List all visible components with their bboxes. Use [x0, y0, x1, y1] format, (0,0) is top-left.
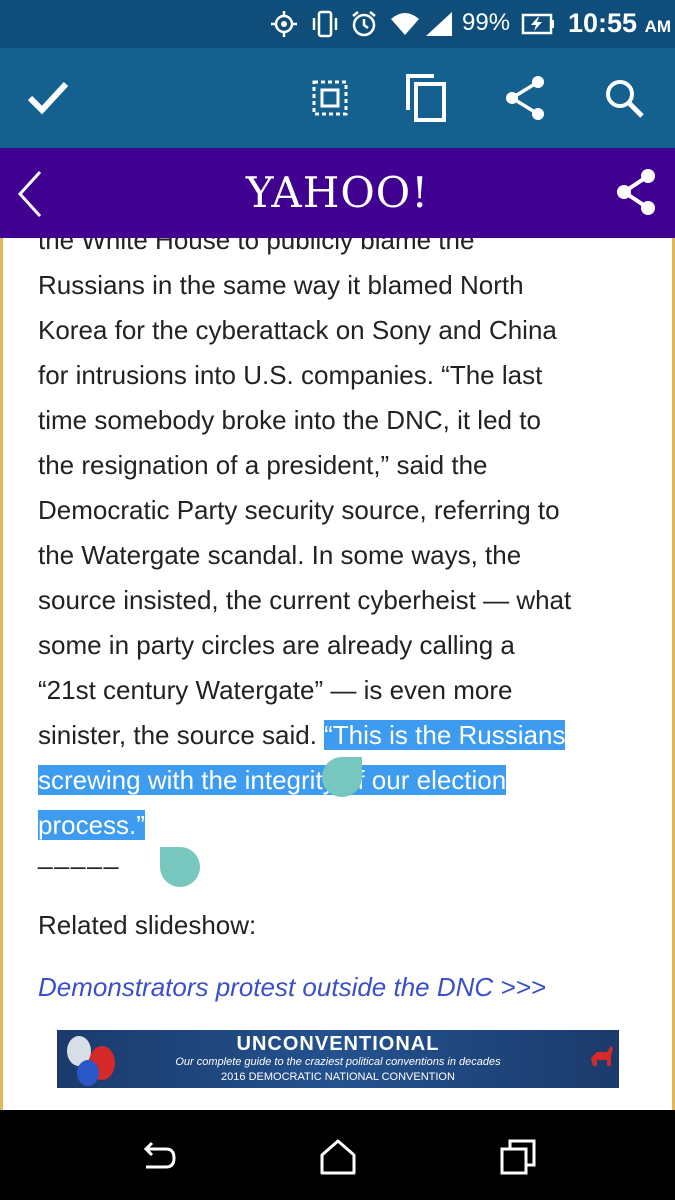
- crosshair-icon: [271, 11, 297, 37]
- article-line: the resignation of a president,” said th…: [38, 450, 488, 480]
- article-line: the White House to publicly blame the: [38, 238, 475, 255]
- battery-charging-icon: [521, 13, 554, 35]
- article-line: “21st century Watergate” — is even more: [38, 675, 513, 705]
- article-line: source insisted, the current cyberheist …: [38, 585, 572, 615]
- vibrate-icon: [312, 10, 338, 38]
- related-slideshow-label: Related slideshow:: [38, 910, 257, 940]
- banner-subtitle: Our complete guide to the craziest polit…: [175, 1056, 501, 1068]
- selection-end-handle[interactable]: [160, 847, 200, 887]
- article-line: the Watergate scandal. In some ways, the: [38, 540, 522, 570]
- article-line: time somebody broke into the DNC, it led…: [38, 405, 541, 435]
- search-icon[interactable]: [596, 70, 652, 126]
- article-content: the White House to publicly blame the Ru…: [0, 238, 675, 1110]
- navigation-bar: [0, 1110, 675, 1200]
- copy-icon[interactable]: [400, 70, 456, 126]
- article-line: some in party circles are already callin…: [38, 630, 515, 660]
- donkey-logo-icon: [591, 1046, 613, 1066]
- selected-text[interactable]: screwing with the integrity of our elect…: [38, 765, 507, 795]
- banner-footer: 2016 DEMOCRATIC NATIONAL CONVENTION: [221, 1071, 455, 1083]
- share-icon[interactable]: [612, 164, 662, 220]
- back-nav-icon[interactable]: [136, 1135, 180, 1179]
- done-check-icon[interactable]: [20, 70, 76, 126]
- article-line: Korea for the cyberattack on Sony and Ch…: [38, 315, 557, 345]
- selected-text[interactable]: process.”: [38, 810, 145, 840]
- wifi-icon: [391, 13, 419, 35]
- related-slideshow-link[interactable]: Demonstrators protest outside the DNC >>…: [38, 972, 546, 1003]
- home-icon[interactable]: [316, 1135, 360, 1179]
- section-divider: _____: [38, 840, 121, 870]
- battery-percent: 99%: [462, 9, 511, 36]
- article-line: Russians in the same way it blamed North: [38, 270, 524, 300]
- text-selection-action-bar: [0, 48, 675, 148]
- article-line: sinister, the source said. “This is the …: [38, 713, 648, 758]
- article-line: process.”: [38, 803, 648, 848]
- alarm-icon: [352, 11, 376, 37]
- plain-text: sinister, the source said.: [38, 720, 325, 750]
- yahoo-logo: YAHOO!: [245, 168, 430, 217]
- selection-start-handle[interactable]: [322, 757, 362, 797]
- selected-text[interactable]: “This is the Russians: [324, 720, 566, 750]
- select-all-icon[interactable]: [302, 70, 358, 126]
- article-line: for intrusions into U.S. companies. “The…: [38, 360, 543, 390]
- signal-icon: [426, 12, 452, 36]
- share-icon[interactable]: [498, 70, 554, 126]
- convention-banner-ad[interactable]: UNCONVENTIONAL Our complete guide to the…: [57, 1030, 619, 1088]
- clock: 10:55 AM: [568, 8, 672, 38]
- recent-apps-icon[interactable]: [496, 1135, 540, 1179]
- banner-title: UNCONVENTIONAL: [236, 1033, 440, 1055]
- status-bar: 99% 10:55 AM: [0, 0, 675, 48]
- article-line: Democratic Party security source, referr…: [38, 495, 560, 525]
- yahoo-header: YAHOO!: [0, 148, 675, 238]
